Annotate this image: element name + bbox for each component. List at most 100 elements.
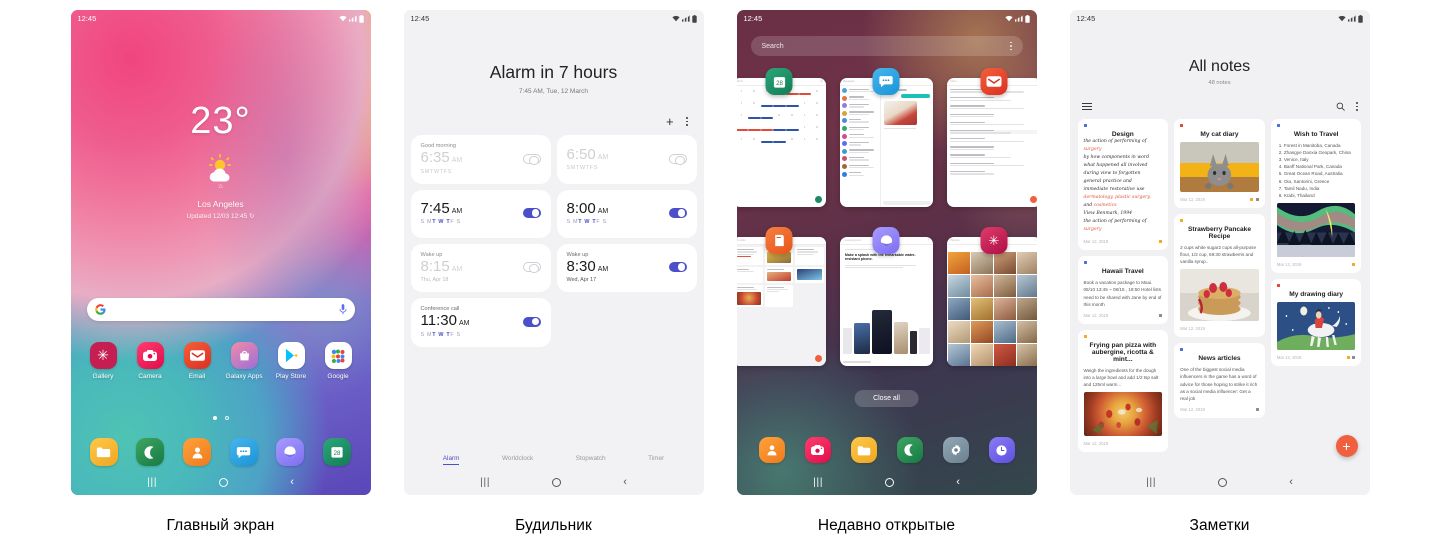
tab-stopwatch[interactable]: Stopwatch [576,455,606,465]
calendar-icon[interactable]: 28 [323,438,352,466]
page-dot[interactable] [224,416,229,420]
note-card-hawaii-travel[interactable]: Hawaii Travel Book a vacation package to… [1077,256,1169,324]
recent-app-gallery[interactable]: ✳ Pictures⌕ ⋮ [947,227,1037,366]
dock-clock[interactable] [979,437,1025,463]
my-files-icon[interactable] [850,437,877,463]
home-button[interactable] [1218,477,1228,487]
dock-my-files[interactable] [81,438,128,466]
note-card-my-drawing-diary[interactable]: My drawing diary Mar 12, 2019 [1270,278,1362,366]
dock-contacts[interactable] [174,438,221,466]
device-home-screen[interactable]: 12:45 23° ⌂ Los Angeles Updated 12/03 12… [70,10,371,495]
contacts-icon[interactable] [183,438,212,466]
more-options-icon[interactable] [1009,41,1012,51]
back-button[interactable]: ‹ [623,476,627,488]
note-card-strawberry-pancake[interactable]: Strawberry Pancake Recipe 2 cups white s… [1174,214,1265,338]
search-icon[interactable] [1336,102,1345,111]
recents-button[interactable]: ||| [1146,477,1156,488]
dock-messages[interactable] [221,438,268,466]
home-screen[interactable]: 12:45 23° ⌂ Los Angeles Updated 12/03 12… [70,10,371,495]
recent-app-internet[interactable]: ⌂ samsung.com ⋮ Make a splash with the re… [839,227,934,366]
app-play-store[interactable]: Play Store [269,342,314,380]
recent-thumbnail[interactable]: March ▤ [736,78,826,207]
compose-fab[interactable] [1029,196,1037,203]
gallery-icon[interactable]: ✳ [89,342,117,369]
recent-thumbnail[interactable]: Inbox⌕ [947,78,1037,207]
recent-app-notes[interactable]: All notes⋮ [736,227,826,366]
tab-alarm[interactable]: Alarm [442,455,460,465]
recents-button[interactable]: ||| [480,477,490,488]
email-icon[interactable] [183,342,211,369]
recent-thumbnail[interactable]: All notes⋮ [736,237,826,366]
recents-screen[interactable]: 12:45 Search 28 March ▤ Messages Inbox l… [736,10,1037,495]
recent-app-email[interactable]: Inbox⌕ [947,68,1037,207]
google-folder-icon[interactable] [324,342,352,369]
galaxy-apps-icon[interactable] [230,342,258,369]
contacts-icon[interactable] [758,437,785,463]
dock-contacts[interactable] [749,437,795,463]
recent-app-messages[interactable]: Messages [839,68,934,207]
clock-icon[interactable] [988,437,1015,463]
dock-camera[interactable] [795,437,841,463]
alarm-toggle[interactable] [522,262,541,274]
app-gallery[interactable]: ✳ Gallery [81,342,126,380]
app-camera[interactable]: Camera [128,342,173,380]
home-button[interactable] [885,477,895,487]
alarm-screen[interactable]: 12:45 Alarm in 7 hours 7:45 AM, Tue, 12 … [403,10,704,495]
alarm-toggle[interactable] [522,153,541,165]
alarm-card[interactable]: Wake up 8:15 AM Thu, Apr 18 [410,243,551,292]
alarm-toggle[interactable] [668,262,687,273]
note-card-news-articles[interactable]: News articles One of the biggest social … [1174,343,1265,418]
recent-thumbnail[interactable]: Messages [839,78,934,207]
alarm-card[interactable]: 7:45 AM S MT W TF S [410,189,551,238]
close-all-button[interactable]: Close all [854,390,919,407]
alarm-card[interactable]: Good morning 6:35 AM SMTWTFS [410,135,551,184]
notes-screen[interactable]: 12:45 All notes 48 notes Design the acti… [1069,10,1370,495]
play-store-icon[interactable] [277,342,305,369]
gallery-icon[interactable]: ✳ [980,227,1008,254]
notes-icon[interactable] [765,227,793,254]
camera-icon[interactable] [136,342,164,369]
app-galaxy-apps[interactable]: Galaxy Apps [222,342,267,380]
phone-icon[interactable] [896,437,923,463]
camera-icon[interactable] [804,437,831,463]
recent-app-calendar[interactable]: 28 March ▤ [736,68,826,207]
alarm-toggle[interactable] [522,316,541,327]
add-event-fab[interactable] [814,196,822,203]
tab-timer[interactable]: Timer [648,455,664,465]
recent-thumbnail[interactable]: ⌂ samsung.com ⋮ Make a splash with the re… [839,237,934,366]
alarm-card[interactable]: Conference call 11:30 AM S MT W TF S [410,298,551,347]
back-button[interactable]: ‹ [1289,476,1293,488]
more-options-icon[interactable] [1355,102,1358,111]
add-note-fab[interactable] [814,355,822,362]
email-icon[interactable] [980,68,1008,95]
recents-button[interactable]: ||| [813,477,823,488]
alarm-card[interactable]: 8:00 AM S MT W TF S [556,189,697,238]
alarm-card[interactable]: Wake up 8:30 AM Wed, Apr 17 [556,243,697,292]
recents-button[interactable]: ||| [147,477,157,488]
internet-icon[interactable] [276,438,305,466]
my-files-icon[interactable] [89,438,118,466]
tab-worldclock[interactable]: Worldclock [502,455,533,465]
back-button[interactable]: ‹ [956,476,960,488]
dock-settings[interactable] [933,437,979,463]
app-email[interactable]: Email [175,342,220,380]
messages-icon[interactable] [872,68,900,95]
calendar-icon[interactable]: 28 [765,68,793,95]
note-card-wish-to-travel[interactable]: Wish to Travel Forest in Manitoba, Canad… [1270,119,1362,273]
add-alarm-button[interactable]: + [666,115,674,128]
weather-widget[interactable]: 23° ⌂ Los Angeles Updated 12/03 12:45 ↻ [71,102,371,220]
alarm-toggle[interactable] [668,208,687,218]
home-button[interactable] [552,477,562,487]
microphone-icon[interactable] [339,304,347,315]
alarm-toggle[interactable] [668,153,687,165]
hamburger-icon[interactable] [1081,102,1092,111]
dock-phone[interactable] [887,437,933,463]
recents-search-field[interactable]: Search [750,36,1023,56]
dock-calendar[interactable]: 28 [314,438,361,466]
device-recents[interactable]: 12:45 Search 28 March ▤ Messages Inbox l… [736,10,1037,495]
gear-icon[interactable] [942,437,969,463]
google-search-bar[interactable] [86,298,355,321]
note-card-my-cat-diary[interactable]: My cat diary Mar 12, 2019 [1174,119,1265,208]
back-button[interactable]: ‹ [290,476,294,488]
internet-icon[interactable] [872,227,900,254]
